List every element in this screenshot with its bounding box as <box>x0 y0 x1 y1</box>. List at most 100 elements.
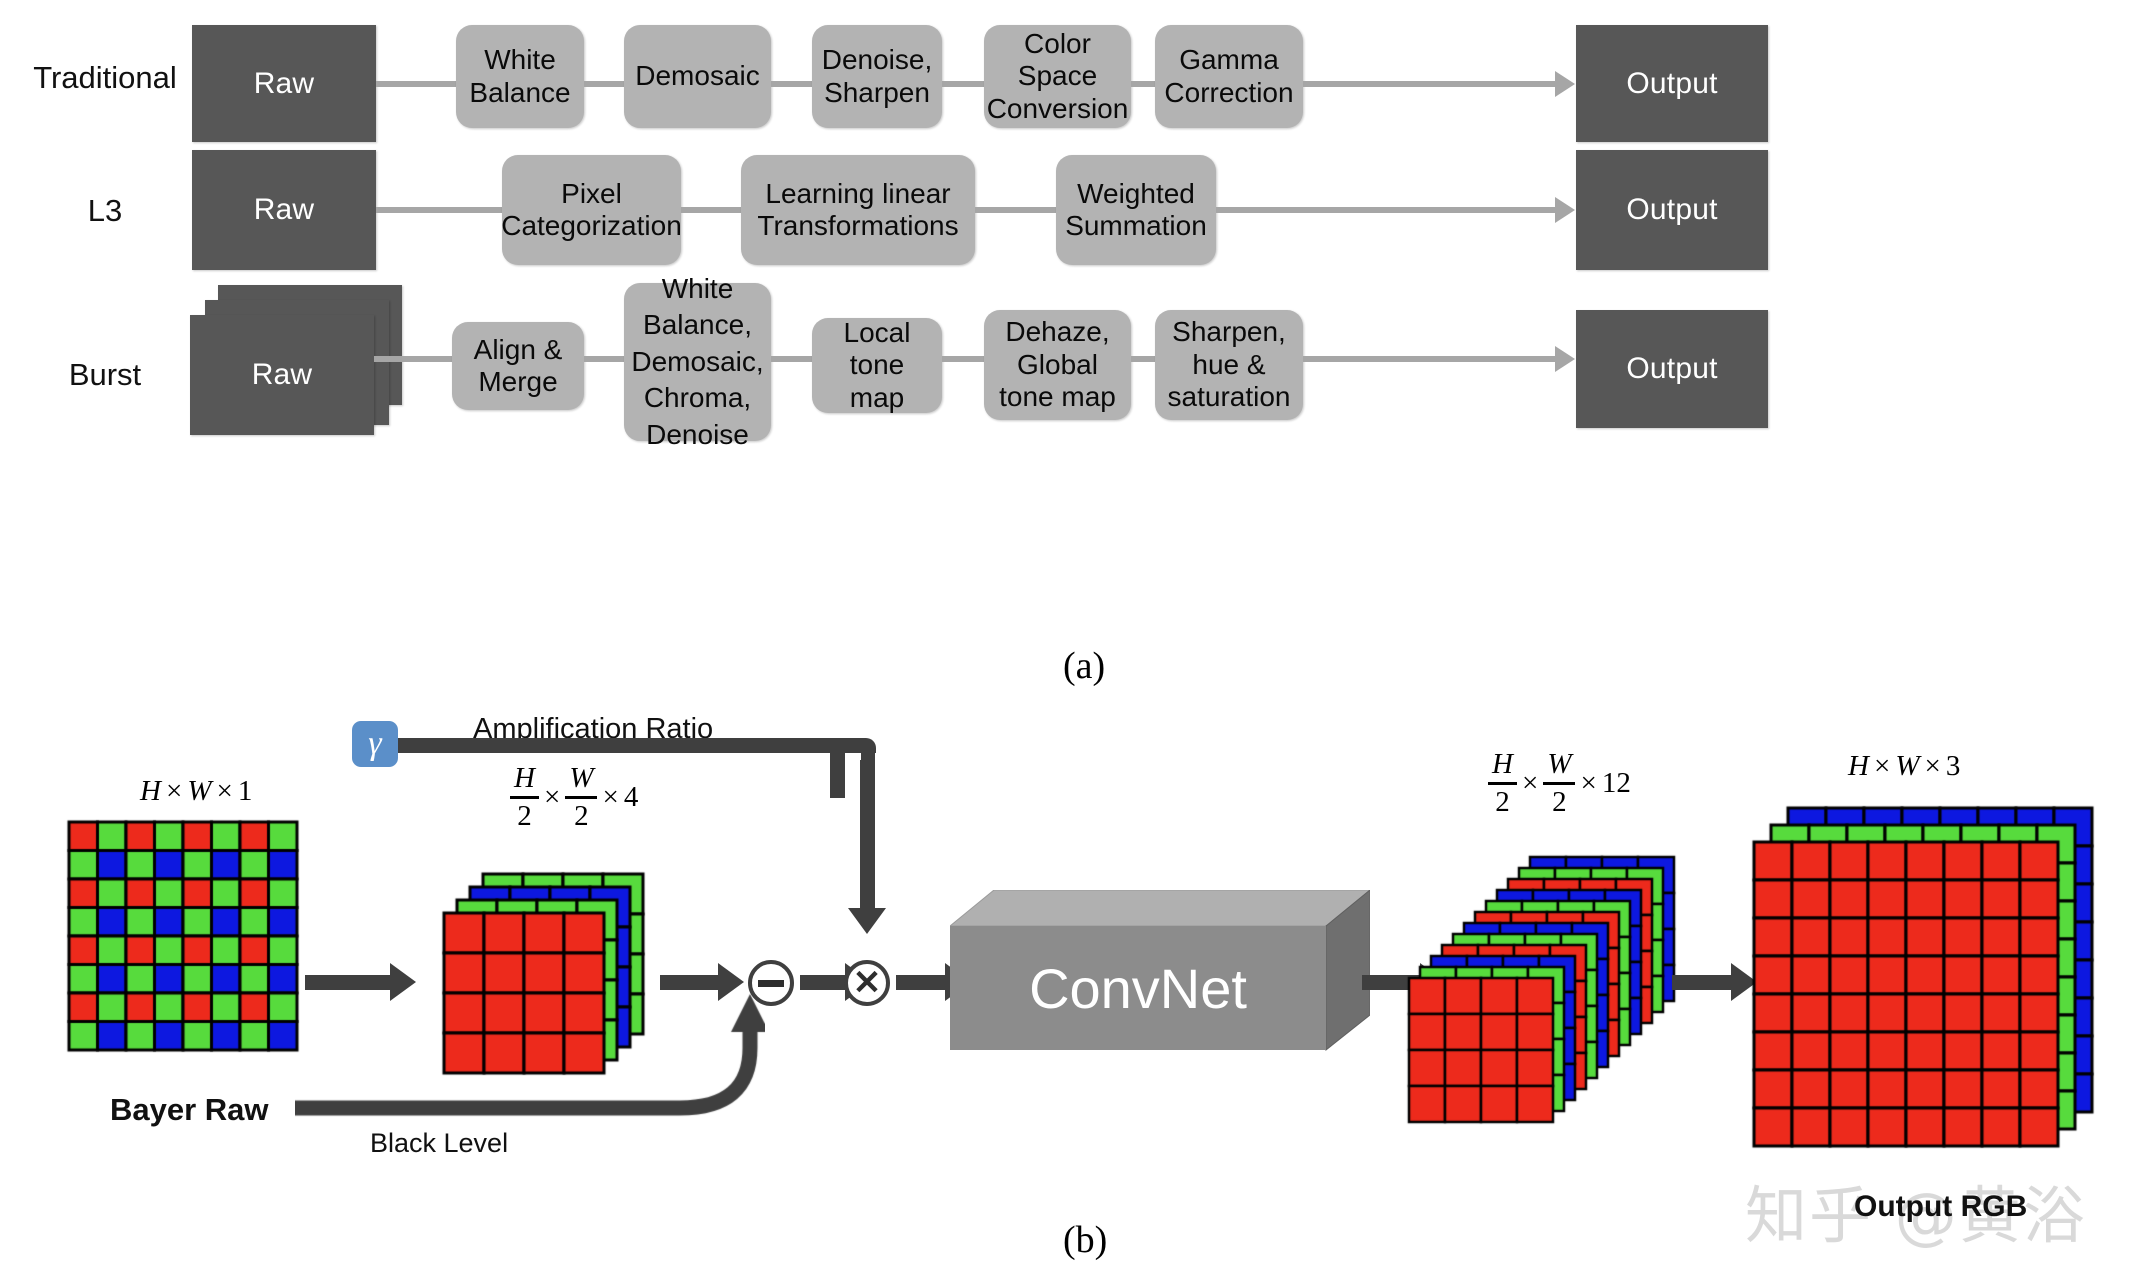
figure-root: Traditional Raw White Balance Demosaic D… <box>0 0 2142 1286</box>
pipeline-output-traditional: Output <box>1576 25 1768 142</box>
stage-dehaze-global-tone-map[interactable]: Dehaze, Global tone map <box>984 310 1131 420</box>
output-rgb-label: Output RGB <box>1854 1190 2028 1223</box>
dim-c: 4 <box>623 780 639 813</box>
frac-h-2: H 2 <box>1488 750 1517 817</box>
stage-learning-linear-transformations[interactable]: Learning linear Transformations <box>741 155 975 265</box>
times-symbol: × <box>1873 750 1891 782</box>
frac-w-2: W 2 <box>1543 748 1576 818</box>
connector <box>1131 81 1155 87</box>
convnet-block[interactable]: ConvNet <box>950 890 1370 1080</box>
pipeline-output-burst: Output <box>1576 310 1768 428</box>
stage-gamma-correction[interactable]: Gamma Correction <box>1155 25 1303 128</box>
connector <box>942 356 984 362</box>
dim-h: H <box>140 775 161 807</box>
frac-den: 2 <box>1552 785 1567 818</box>
frac-bar <box>510 796 539 799</box>
frac-den: 2 <box>574 799 589 832</box>
amplification-arrowhead <box>848 908 886 934</box>
dim-w: W <box>187 775 212 807</box>
dim-h: H <box>1848 750 1869 782</box>
arrow-features-to-rgb <box>1672 975 1734 990</box>
times-symbol: × <box>602 780 619 813</box>
pipeline-label-l3: L3 <box>87 193 123 228</box>
bayer-raw-grid <box>65 818 305 1058</box>
times-symbol: × <box>165 775 183 807</box>
frac-den: 2 <box>1495 785 1510 818</box>
connector <box>376 207 502 213</box>
connector <box>1216 207 1555 213</box>
frac-h-2: H 2 <box>510 764 539 831</box>
stage-pixel-categorization[interactable]: Pixel Categorization <box>501 155 682 265</box>
dim-c: 3 <box>1945 750 1961 782</box>
connector <box>942 81 984 87</box>
arrow-minus-to-multiply <box>800 975 848 990</box>
gamma-chip[interactable]: γ <box>352 721 398 767</box>
black-level-path <box>295 990 765 1160</box>
connector-arrowhead <box>1555 71 1575 97</box>
stage-local-tone-map[interactable]: Local tone map <box>812 317 942 413</box>
arrow-bayer-to-packed <box>305 975 390 990</box>
dim-label-features: H 2 × W 2 × 12 <box>1488 750 1631 817</box>
panel-a-caption: (a) <box>1063 645 1106 687</box>
connector <box>1303 356 1555 362</box>
times-symbol: × <box>1521 766 1539 799</box>
arrow-packed-to-minus <box>660 975 720 990</box>
dim-c: 12 <box>1601 766 1631 799</box>
connector <box>975 207 1056 213</box>
connector <box>771 356 812 362</box>
bayer-raw-label: Bayer Raw <box>110 1092 269 1127</box>
dim-c: 1 <box>237 775 253 807</box>
connector <box>374 356 452 362</box>
amplification-path-vertical <box>860 760 875 910</box>
pipeline-output-l3: Output <box>1576 150 1768 270</box>
connector <box>584 356 624 362</box>
frac-num: W <box>1547 748 1572 780</box>
feature-12ch-stack <box>1405 830 1685 1150</box>
stage-demosaic[interactable]: Demosaic <box>624 25 771 128</box>
stage-denoise-sharpen[interactable]: Denoise, Sharpen <box>812 25 942 128</box>
pipeline-label-traditional: Traditional <box>33 60 177 95</box>
pipeline-input-traditional: Raw <box>192 25 376 142</box>
amplification-path-horizontal <box>398 738 845 753</box>
panel-b-caption: (b) <box>1063 1219 1108 1261</box>
dim-w: W <box>1895 750 1920 782</box>
stage-sharpen-hue-saturation[interactable]: Sharpen, hue & saturation <box>1155 310 1303 420</box>
times-symbol: × <box>1924 750 1941 782</box>
frac-num: H <box>1492 748 1513 780</box>
frac-bar <box>1543 782 1576 785</box>
output-rgb-stack <box>1750 790 2140 1160</box>
connector <box>681 207 741 213</box>
dim-label-output: H × W × 3 <box>1848 750 1960 783</box>
black-level-label: Black Level <box>370 1128 509 1158</box>
times-symbol: × <box>543 780 561 813</box>
connector-arrowhead <box>1555 346 1575 372</box>
connector <box>771 81 812 87</box>
arrow-multiply-to-convnet <box>896 975 948 990</box>
convnet-label: ConvNet <box>1029 956 1247 1020</box>
frac-den: 2 <box>517 799 532 832</box>
frac-num: W <box>569 762 594 794</box>
frac-bar <box>565 796 598 799</box>
connector <box>1131 356 1155 362</box>
stage-align-merge[interactable]: Align & Merge <box>452 322 584 410</box>
amplification-path-curve-2 <box>861 745 875 775</box>
times-symbol: × <box>1580 766 1597 799</box>
connector-arrowhead <box>1555 197 1575 223</box>
connector <box>584 81 624 87</box>
connector <box>376 81 456 87</box>
frac-num: H <box>514 762 535 794</box>
pipeline-input-l3: Raw <box>192 150 376 270</box>
stage-wb-demosaic-chroma-denoise[interactable]: White Balance, Demosaic, Chroma, Denoise <box>624 273 771 450</box>
stage-weighted-summation[interactable]: Weighted Summation <box>1056 155 1216 265</box>
connector <box>1303 81 1555 87</box>
dim-label-input: H × W × 1 <box>140 775 252 808</box>
stage-white-balance[interactable]: White Balance <box>456 25 584 128</box>
pipeline-label-burst: Burst <box>68 357 142 392</box>
multiply-operator: ✕ <box>844 960 890 1006</box>
frac-w-2: W 2 <box>565 762 598 832</box>
times-symbol: × <box>216 775 233 807</box>
dim-label-packed: H 2 × W 2 × 4 <box>510 764 638 831</box>
frac-bar <box>1488 782 1517 785</box>
minus-glyph <box>758 979 784 987</box>
stage-color-space-conversion[interactable]: Color Space Conversion <box>984 25 1131 128</box>
